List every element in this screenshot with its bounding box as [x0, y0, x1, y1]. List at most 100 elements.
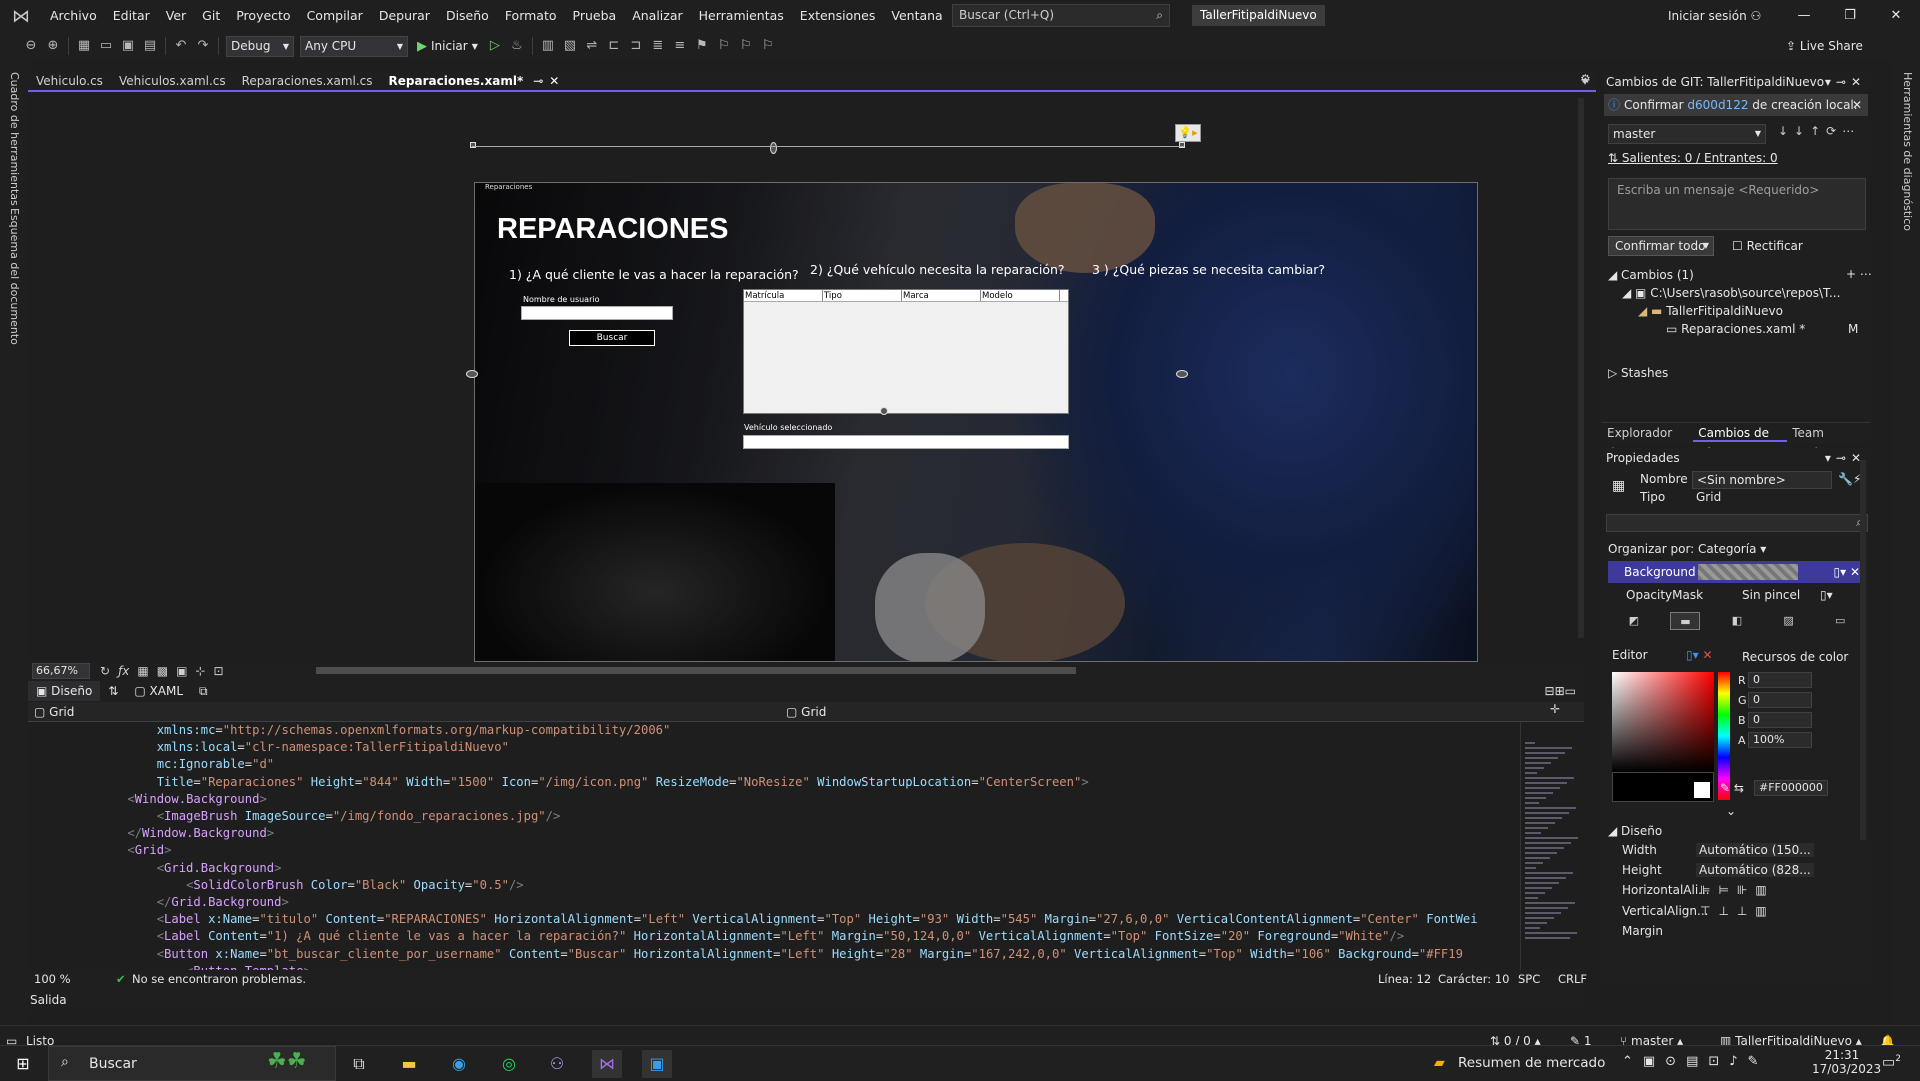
clock[interactable]: 21:31 17/03/2023 — [1812, 1048, 1881, 1076]
app-window-icon[interactable]: ▣ — [642, 1050, 672, 1078]
snap-grid-icon[interactable]: ▩ — [157, 664, 168, 678]
close-window-button[interactable]: ✕ — [1873, 0, 1919, 32]
line-indicator[interactable]: Línea: 12 — [1378, 970, 1431, 988]
problems-label[interactable]: No se encontraron problemas. — [132, 970, 306, 988]
toolbox-tab[interactable]: Cuadro de herramientas — [8, 72, 21, 206]
horizontal-alignment-buttons[interactable]: ⊫⊨⊪▥ — [1700, 883, 1775, 897]
diagnostic-tools-tab[interactable]: Herramientas de diagnóstico — [1901, 72, 1914, 231]
stage-more-icon[interactable]: + ⋯ — [1846, 267, 1872, 281]
start-without-debugging-icon[interactable]: ▷ — [484, 35, 506, 57]
whitespace-indicator[interactable]: SPC — [1518, 970, 1540, 988]
expand-editor-icon[interactable]: ⌄ — [1726, 804, 1736, 818]
code-line[interactable]: <Window.Background> — [98, 791, 266, 808]
split-layout-icon[interactable]: ⊟⊞▭ — [1537, 681, 1584, 701]
whatsapp-icon[interactable]: ◎ — [494, 1050, 524, 1078]
element-member-select[interactable]: ▢ Grid — [780, 703, 1522, 721]
design-section-header[interactable]: ◢ Diseño — [1608, 824, 1662, 838]
menu-extensiones[interactable]: Extensiones — [792, 0, 884, 32]
tray-icons[interactable]: ⌃▣⊙▤⊡♪✎ — [1622, 1054, 1768, 1069]
reparaciones-heading[interactable]: REPARACIONES — [497, 213, 729, 246]
back-icon[interactable]: ⊖ — [20, 35, 42, 57]
menu-proyecto[interactable]: Proyecto — [228, 0, 298, 32]
xaml-code-editor[interactable]: xmlns:mc="http://schemas.openxmlformats.… — [28, 722, 1520, 970]
artboard-icon[interactable]: ▣ — [176, 664, 187, 678]
width-input[interactable]: Automático (150... — [1696, 843, 1814, 857]
amend-checkbox[interactable]: ☐ Rectificar — [1732, 239, 1803, 253]
solution-name-badge[interactable]: TallerFitipaldiNuevo — [1192, 5, 1325, 26]
green-input[interactable]: 0 — [1748, 692, 1812, 708]
menu-ventana[interactable]: Ventana — [883, 0, 950, 32]
designer-vertical-scrollbar[interactable] — [1578, 98, 1584, 638]
menu-diseno[interactable]: Diseño — [438, 0, 497, 32]
tab-git-changes[interactable]: Cambios de Gl... — [1693, 423, 1788, 460]
bookmark-clear-icon[interactable]: ⚐ — [757, 35, 779, 57]
tab-vehiculo-cs[interactable]: Vehiculo.cs — [28, 70, 111, 92]
column-header-modelo[interactable]: Modelo — [981, 290, 1060, 301]
red-input[interactable]: 0 — [1748, 672, 1812, 688]
redo-icon[interactable]: ↷ — [192, 35, 214, 57]
alpha-input[interactable]: 100% — [1748, 732, 1812, 748]
pin-icon[interactable]: ⊸ — [533, 74, 543, 88]
menu-editar[interactable]: Editar — [105, 0, 158, 32]
tree-project[interactable]: ◢ ▬ TallerFitipaldiNuevo — [1638, 304, 1783, 318]
element-scope-select[interactable]: ▢ Grid — [28, 703, 774, 721]
question-1-label[interactable]: 1) ¿A qué cliente le vas a hacer la repa… — [509, 267, 799, 282]
properties-scrollbar[interactable] — [1860, 460, 1866, 840]
market-widget-label[interactable]: Resumen de mercado — [1458, 1055, 1605, 1071]
resource-icon[interactable]: ▯▾ ✕ — [1834, 561, 1861, 583]
close-icon[interactable]: ✕ — [1852, 94, 1862, 116]
code-line[interactable]: Title="Reparaciones" Height="844" Width=… — [98, 774, 1089, 791]
sign-in-link[interactable]: Iniciar sesión ⚇ — [1668, 0, 1761, 32]
column-header-tipo[interactable]: Tipo — [823, 290, 902, 301]
gradient-brush-icon[interactable]: ◧ — [1722, 612, 1752, 630]
username-input[interactable] — [521, 306, 673, 320]
code-line[interactable]: <Button.Template> — [98, 963, 311, 970]
organize-by-select[interactable]: Organizar por: Categoría ▾ — [1608, 542, 1766, 556]
outgoing-incoming-link[interactable]: ⇅ Salientes: 0 / Entrantes: 0 — [1608, 151, 1778, 165]
menu-archivo[interactable]: Archivo — [42, 0, 105, 32]
code-line[interactable]: <Button x:Name="bt_buscar_cliente_por_us… — [98, 946, 1463, 963]
bookmark-icon[interactable]: ⚑ — [691, 35, 713, 57]
code-line[interactable]: <Label Content="1) ¿A qué cliente le vas… — [98, 928, 1405, 945]
taskbar-search-input[interactable]: ⌕ Buscar ☘☘ — [48, 1046, 336, 1081]
blue-input[interactable]: 0 — [1748, 712, 1812, 728]
save-icon[interactable]: ▣ — [117, 35, 139, 57]
close-icon[interactable]: ✕ — [549, 74, 559, 88]
distribute-icon[interactable]: ⊐ — [625, 35, 647, 57]
selected-vehicle-label[interactable]: Vehículo seleccionado — [744, 423, 832, 432]
tab-reparaciones-xaml[interactable]: Reparaciones.xaml* ⊸ ✕ — [380, 70, 568, 92]
visual-studio-icon[interactable]: ⋈ — [592, 1050, 622, 1078]
layout-icon[interactable]: ▧ — [559, 35, 581, 57]
menu-formato[interactable]: Formato — [497, 0, 565, 32]
property-search-input[interactable]: ⌕ — [1606, 514, 1868, 532]
forward-icon[interactable]: ⊕ — [42, 35, 64, 57]
buscar-button[interactable]: Buscar — [569, 330, 655, 346]
branch-select[interactable]: master ▼ — [1608, 124, 1766, 144]
vertical-alignment-buttons[interactable]: ⊤⊥⊥▥ — [1700, 904, 1775, 918]
file-explorer-icon[interactable]: ▬ — [394, 1050, 424, 1078]
username-label[interactable]: Nombre de usuario — [523, 295, 600, 304]
maximize-button[interactable]: ❐ — [1827, 0, 1873, 32]
settings-gear-icon[interactable]: ⚙ — [1580, 72, 1591, 86]
commit-message-input[interactable]: Escriba un mensaje <Requerido> — [1608, 178, 1866, 230]
stashes-header[interactable]: ▷ Stashes — [1608, 366, 1668, 380]
project-code-icon[interactable]: ⊡ — [213, 664, 223, 678]
menu-depurar[interactable]: Depurar — [371, 0, 438, 32]
git-fetch-pull-push-icons[interactable]: ↓↓↑⟳⋯ — [1778, 124, 1860, 138]
editor-resource-icon[interactable]: ▯▾ ✕ — [1686, 648, 1713, 662]
resource-icon[interactable]: ▯▾ — [1820, 588, 1833, 602]
visual-brush-icon[interactable]: ▭ — [1825, 612, 1855, 630]
bookmark-prev-icon[interactable]: ⚐ — [713, 35, 735, 57]
edge-icon[interactable]: ◉ — [444, 1050, 474, 1078]
tab-reparaciones-xaml-cs[interactable]: Reparaciones.xaml.cs — [234, 70, 381, 92]
code-line[interactable]: xmlns:local="clr-namespace:TallerFitipal… — [98, 739, 509, 756]
code-line[interactable]: mc:Ignorable="d" — [98, 756, 274, 773]
game-controller-icon[interactable]: ⚇ — [542, 1050, 572, 1078]
column-header-marca[interactable]: Marca — [902, 290, 981, 301]
resize-handle[interactable] — [470, 142, 476, 148]
task-view-icon[interactable]: ⧉ — [344, 1050, 374, 1078]
grid-lock-handle[interactable] — [770, 142, 777, 154]
background-swatch[interactable] — [1698, 564, 1798, 580]
resize-handle[interactable] — [1179, 142, 1185, 148]
tab-diseno[interactable]: ▣ Diseño — [28, 681, 101, 701]
